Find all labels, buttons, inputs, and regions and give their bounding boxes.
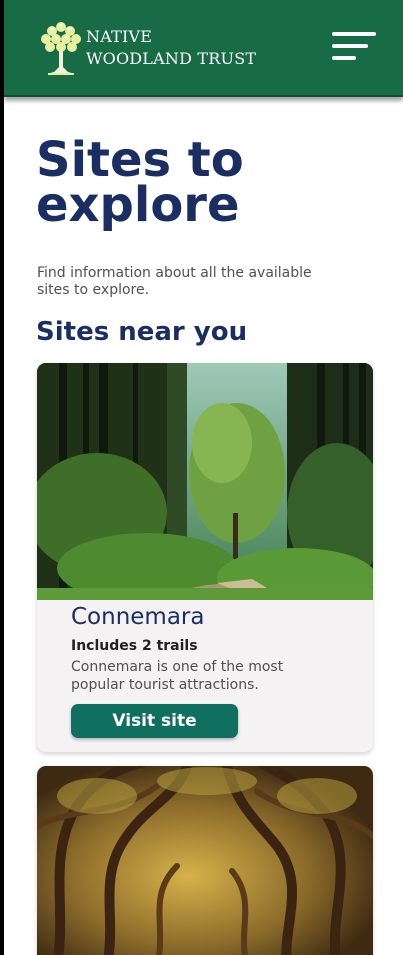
brand-name[interactable]: NATIVE WOODLAND TRUST [86,26,256,70]
twisted-trees-photo [37,766,373,955]
hamburger-menu-icon[interactable] [330,32,376,64]
section-title: Sites near you [36,317,248,347]
brand-line-2: WOODLAND TRUST [86,49,257,68]
forest-path-photo [37,363,373,600]
window-edge [0,0,4,955]
site-description-line-1: Connemara is one of the most [71,659,284,675]
site-name[interactable]: Connemara [71,603,205,631]
intro-line-2: sites to explore. [37,282,150,298]
intro-line-1: Find information about all the available [37,265,312,281]
page-intro: Find information about all the available… [37,265,367,299]
page-title-line-2: explore [36,177,240,233]
page-title: Sites to explore [36,136,366,233]
trail-count: Includes 2 trails [71,638,198,654]
brand-line-1: NATIVE [86,27,153,46]
site-card[interactable] [37,766,373,955]
site-description-line-2: popular tourist attractions. [71,677,259,693]
site-card[interactable]: Connemara Includes 2 trails Connemara is… [37,363,373,752]
tree-icon[interactable] [38,17,84,77]
visit-site-button[interactable]: Visit site [71,704,238,738]
site-description: Connemara is one of the most popular tou… [71,658,351,694]
site-header: NATIVE WOODLAND TRUST [4,0,403,97]
